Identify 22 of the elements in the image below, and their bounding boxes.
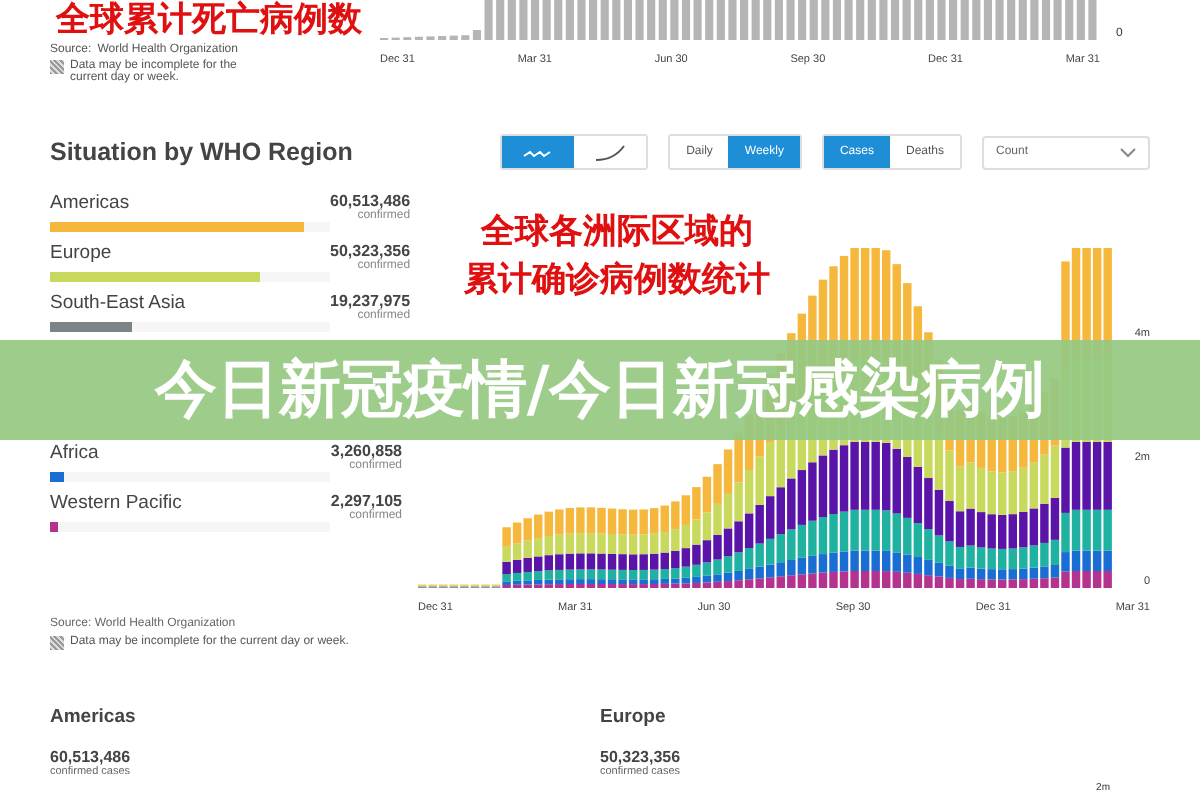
region-count: 50,323,356	[330, 242, 411, 260]
caption-text: 全球各洲际区域的 累计确诊病例数统计	[464, 210, 770, 304]
region-name: Americas	[50, 192, 132, 214]
region-name: Western Pacific	[50, 492, 184, 514]
card-count: 60,513,486	[50, 748, 133, 766]
card-title: Europe	[600, 706, 668, 728]
card-count: 50,323,356	[600, 748, 683, 766]
region-name: Europe	[50, 242, 114, 264]
region-name: Africa	[50, 442, 101, 464]
region-count: 3,260,858	[330, 442, 402, 460]
chart-style-toggle[interactable]	[502, 136, 575, 168]
card-title: Americas	[50, 706, 138, 728]
headline-banner: 今日新冠疫情/今日新冠感染病例	[0, 340, 1200, 440]
region-count: 2,297,105	[330, 492, 402, 510]
hatch-icon	[50, 60, 64, 74]
chart-heading: 全球累计死亡病例数	[56, 0, 362, 40]
chevron-icon	[1120, 147, 1136, 157]
region-count: 60,513,486	[330, 192, 411, 210]
region-name: South-East Asia	[50, 292, 188, 314]
region-count: 19,237,975	[330, 292, 411, 310]
hatch-icon	[50, 636, 64, 650]
section-title: Situation by WHO Region	[50, 138, 353, 166]
